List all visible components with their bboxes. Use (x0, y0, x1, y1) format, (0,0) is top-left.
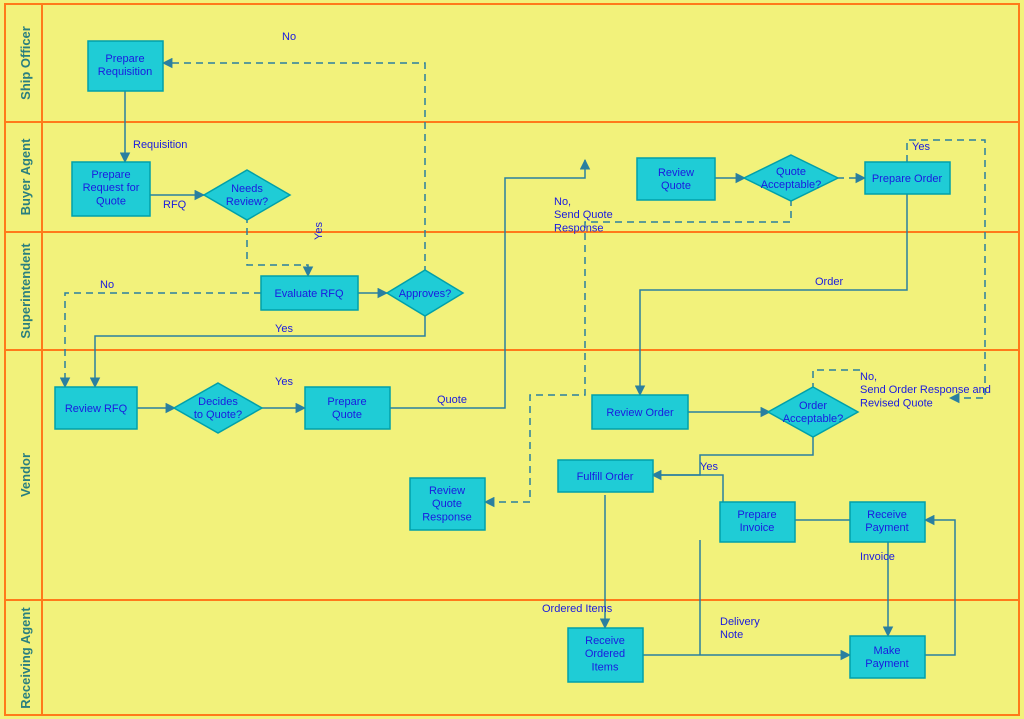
node-review-rfq: Review RFQ (55, 387, 137, 429)
svg-text:Decidesto Quote?: Decidesto Quote? (194, 396, 242, 421)
node-needs-review: NeedsReview? (204, 170, 290, 220)
node-review-quote-response: ReviewQuoteResponse (410, 478, 485, 530)
node-prepare-quote: PrepareQuote (305, 387, 390, 429)
swimlane-frame (5, 4, 1019, 715)
lane-label-ship-officer: Ship Officer (18, 26, 33, 100)
edge-label-yes2: Yes (275, 323, 293, 335)
edge-label-yes-quote: Yes (275, 376, 293, 388)
edge-payment (922, 520, 955, 655)
svg-text:ReceivePayment: ReceivePayment (865, 509, 908, 534)
node-decides-to-quote: Decidesto Quote? (174, 383, 262, 433)
node-quote-acceptable: QuoteAcceptable? (744, 155, 838, 201)
edge-label-delivery-note: DeliveryNote (720, 616, 760, 641)
edge-label-no-send-quote: No,Send QuoteResponse (554, 196, 613, 234)
edge-label-yes-qa: Yes (912, 141, 930, 153)
edge-label-requisition: Requisition (133, 139, 187, 151)
node-order-acceptable: OrderAcceptable? (768, 387, 858, 437)
edge-label-no2: No (100, 279, 114, 291)
svg-text:Review Order: Review Order (606, 407, 674, 419)
svg-text:Evaluate RFQ: Evaluate RFQ (274, 288, 344, 300)
svg-text:PrepareQuote: PrepareQuote (327, 396, 366, 421)
edge-label-yes1: Yes (313, 222, 325, 240)
node-prepare-order: Prepare Order (865, 162, 950, 194)
edge-label-ordered-items: Ordered Items (542, 603, 613, 615)
node-receive-ordered-items: ReceiveOrderedItems (568, 628, 643, 682)
edge-label-quote: Quote (437, 394, 467, 406)
edge-label-rfq: RFQ (163, 199, 187, 211)
svg-text:Review RFQ: Review RFQ (65, 403, 128, 415)
svg-text:ReviewQuote: ReviewQuote (658, 167, 694, 192)
node-review-order: Review Order (592, 395, 688, 429)
svg-text:Approves?: Approves? (399, 288, 452, 300)
svg-text:PrepareInvoice: PrepareInvoice (737, 509, 776, 534)
node-make-payment: MakePayment (850, 636, 925, 678)
node-review-quote: ReviewQuote (637, 158, 715, 200)
node-receive-payment: ReceivePayment (850, 502, 925, 542)
lane-label-vendor: Vendor (18, 453, 33, 497)
edge-label-order: Order (815, 276, 843, 288)
svg-text:Fulfill Order: Fulfill Order (577, 471, 634, 483)
edge-approves-no (163, 63, 425, 273)
edge-oa-yes (652, 432, 813, 475)
edge-oa-no (813, 370, 860, 390)
svg-text:Prepare Order: Prepare Order (872, 173, 943, 185)
edge-label-yes-oa: Yes (700, 461, 718, 473)
node-fulfill-order: Fulfill Order (558, 460, 653, 492)
node-evaluate-rfq: Evaluate RFQ (261, 276, 358, 310)
svg-text:PrepareRequisition: PrepareRequisition (98, 53, 152, 78)
edge-label-no-order: No,Send Order Response andRevised Quote (860, 371, 991, 409)
node-prepare-requisition: PrepareRequisition (88, 41, 163, 91)
edge-order (640, 194, 907, 395)
node-prepare-invoice: PrepareInvoice (720, 502, 795, 542)
svg-text:NeedsReview?: NeedsReview? (226, 183, 268, 208)
edge-label-no1: No (282, 31, 296, 43)
edge-needs-review-yes (247, 216, 308, 276)
node-prepare-rfq: PrepareRequest forQuote (72, 162, 150, 216)
node-approves: Approves? (387, 270, 463, 316)
edge-fulfill-invoice-branch (652, 475, 723, 502)
lane-label-superintendent: Superintendent (18, 243, 33, 339)
lane-label-buyer-agent: Buyer Agent (18, 138, 33, 215)
lane-label-receiving-agent: Receiving Agent (18, 607, 33, 709)
edge-label-invoice: Invoice (860, 551, 895, 563)
